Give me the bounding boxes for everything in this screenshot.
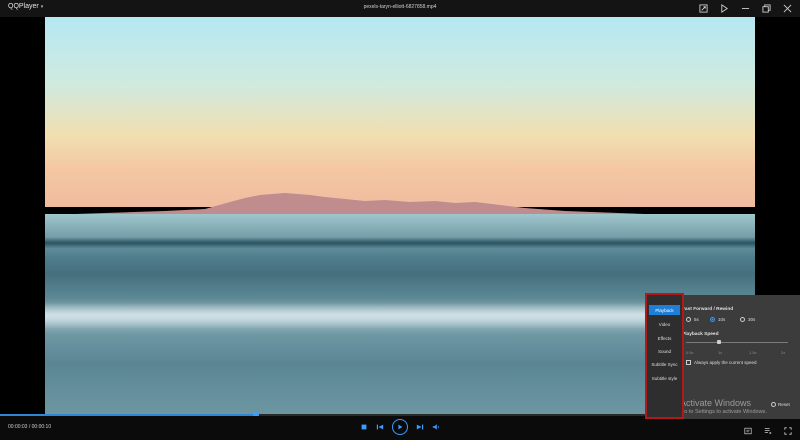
title-bar: QQPlayer ▾ pexels-taryn-elliott-6827858.m… [0,0,800,17]
next-icon[interactable] [416,423,424,431]
previous-icon[interactable] [376,423,384,431]
menu-item-label: Subtitle Sync [651,361,678,367]
activate-windows-watermark: Activate Windows Go to Settings to activ… [680,398,767,415]
file-title: pexels-taryn-elliott-6827858.mp4 [363,4,437,10]
menu-item-subtitle-style[interactable]: Subtitle style [649,373,680,383]
menu-item-playback[interactable]: Playback [649,305,680,315]
stop-icon[interactable] [360,423,368,431]
speed-slider[interactable] [686,342,788,343]
ff-option-label: 10s [718,317,726,322]
menu-item-subtitle-sync[interactable]: Subtitle Sync [649,359,680,369]
fullscreen-icon[interactable] [784,422,792,440]
settings-icon[interactable] [744,422,752,440]
playlist-toggle-icon[interactable] [764,422,772,440]
video-sky [45,17,755,207]
radio-button [710,317,715,322]
ff-option-label: 5s [694,317,699,322]
speed-tick: 0.5x [686,350,694,355]
speed-slider-handle[interactable] [717,340,721,344]
radio-button [740,317,745,322]
watermark-title: Activate Windows [680,398,752,408]
playlist-icon[interactable] [719,3,729,13]
menu-item-label: Video [658,321,671,327]
close-icon[interactable] [782,3,792,13]
control-bar: 00:00:03 / 00:00:10 [0,416,800,438]
speed-tick: 2x [781,350,786,355]
watermark-subtitle: Go to Settings to activate Windows. [680,409,767,415]
ff-option-5s[interactable]: 5s [686,317,699,322]
play-button[interactable] [392,419,408,435]
fast-forward-title: Fast Forward / Rewind [682,307,734,312]
always-apply-label: Always apply the current speed [694,360,757,365]
menu-item-label: Effects [657,335,672,341]
ff-option-10s[interactable]: 10s [710,317,725,322]
video-wave [45,237,755,249]
play-icon [398,424,403,430]
ff-option-label: 30s [748,317,756,322]
checkbox-box [686,360,691,365]
menu-item-sound[interactable]: Sound [649,346,680,356]
minimize-icon[interactable] [740,3,750,13]
speed-tick: 1.5x [749,350,757,355]
menu-item-label: Subtitle style [651,375,678,381]
playback-speed-title: Playback Speed [682,332,719,337]
settings-menu: Playback Video Effects Sound Subtitle Sy… [645,293,684,419]
volume-icon[interactable] [432,423,440,431]
always-apply-checkbox[interactable]: Always apply the current speed [686,360,757,365]
screenshot-icon[interactable] [698,3,708,13]
ff-option-30s[interactable]: 30s [740,317,755,322]
speed-tick: 1x [718,350,723,355]
restore-icon[interactable] [761,3,771,13]
radio-button [686,317,691,322]
menu-item-effects[interactable]: Effects [649,333,680,343]
menu-item-video[interactable]: Video [649,319,680,329]
reset-button[interactable]: Reset [771,402,790,407]
reset-label: Reset [778,402,790,407]
menu-item-label: Sound [657,348,671,354]
menu-item-label: Playback [655,307,674,313]
time-display: 00:00:03 / 00:00:10 [8,424,52,430]
reset-icon [771,402,776,407]
